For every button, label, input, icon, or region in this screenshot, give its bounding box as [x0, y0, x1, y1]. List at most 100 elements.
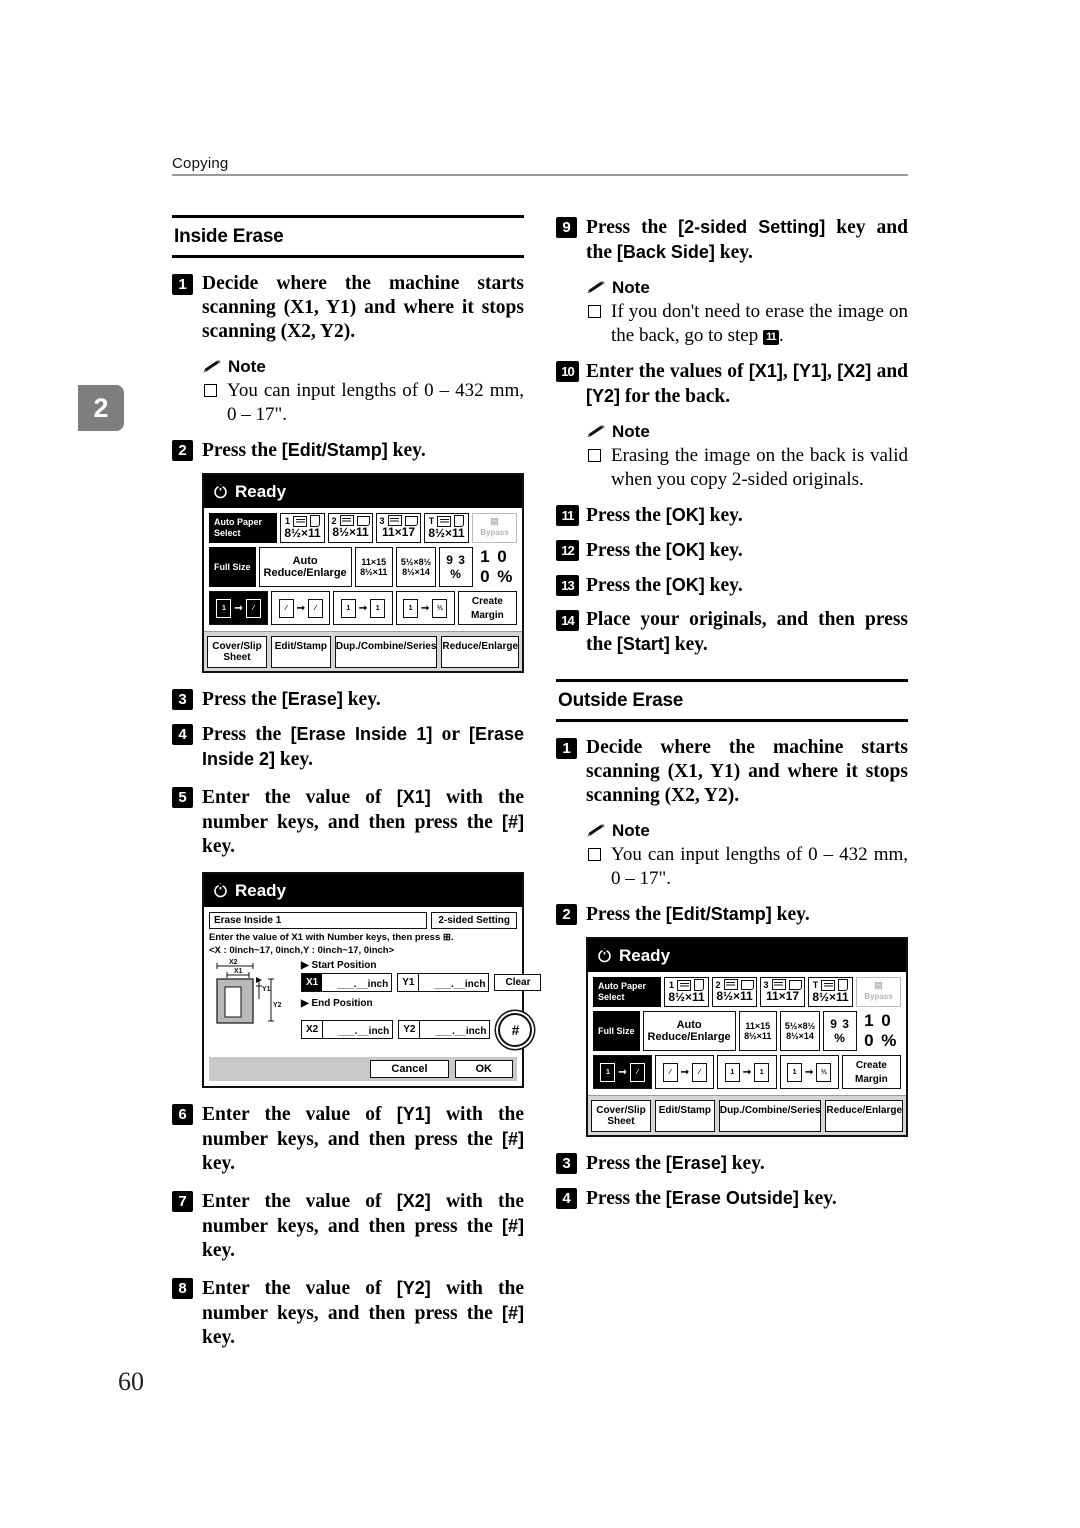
tab-edit-stamp[interactable]: Edit/Stamp: [270, 636, 331, 668]
y1-tag: Y1: [398, 974, 420, 991]
paper-tray-button-2[interactable]: 2 8½×11: [712, 977, 757, 1007]
note-title: Note: [586, 278, 908, 298]
auto-paper-select-button[interactable]: Auto Paper Select: [593, 977, 661, 1007]
paper-tray-button-3[interactable]: 3 11×17: [376, 513, 421, 543]
ok-label: OK: [475, 1063, 493, 1075]
arrow-right-icon: ➞: [421, 602, 430, 614]
paper-tray-button-3[interactable]: 3 11×17: [760, 977, 805, 1007]
tray-id: 3: [763, 979, 769, 990]
create-margin-button[interactable]: Create Margin: [841, 1055, 902, 1089]
full-size-button[interactable]: Full Size: [209, 547, 256, 587]
bypass-label: Bypass: [864, 992, 893, 1001]
bypass-tray-button[interactable]: ▤ Bypass: [472, 513, 517, 543]
dialog-instruction-line-1: Enter the value of X1 with Number keys, …: [209, 932, 454, 943]
x2-tag: X2: [302, 1020, 324, 1038]
hash-key-button[interactable]: #: [498, 1013, 533, 1047]
tab-dup-combine-series[interactable]: Dup./Combine/Series: [334, 636, 438, 668]
clear-button[interactable]: Clear: [494, 974, 542, 991]
preset-bottom: 8½×11: [744, 1031, 772, 1041]
tray-icon: [339, 515, 354, 526]
step-number: 8: [172, 1278, 193, 1299]
paper-tray-button-1[interactable]: 1 8½×11: [664, 977, 709, 1007]
step-13: 13 Press the [OK] key.: [556, 573, 908, 598]
duplex-row: 1 ➞ ⁄ ⁄ ➞ ⁄ 1 ➞ 1 1 ➞ ⅓ Create Margin: [593, 1055, 902, 1089]
duplex-2to2-button[interactable]: ⁄ ➞ ⁄: [655, 1055, 715, 1089]
tab-reduce-enlarge[interactable]: Reduce/Enlarge: [825, 1100, 904, 1132]
lcd-panel-erase-inside-dialog: Ready Erase Inside 1 2-sided Setting Ent…: [202, 872, 542, 1088]
preset-ratio-button-2[interactable]: 5½×8½ 8½×14: [395, 547, 437, 587]
outside-step-3: 3 Press the [Erase] key.: [556, 1151, 908, 1176]
preset-top: 5½×8½: [784, 1021, 816, 1031]
duplex-2to2-button[interactable]: ⁄ ➞ ⁄: [271, 591, 331, 625]
paper-tray-button-1[interactable]: 1 8½×11: [280, 513, 325, 543]
combine-button[interactable]: 1 ➞ ⅓: [779, 1055, 839, 1089]
x2-field[interactable]: X2 ___.__inch: [301, 1019, 394, 1039]
duplex-2to1-button[interactable]: 1 ➞ 1: [717, 1055, 777, 1089]
duplex-1to2-selected-button[interactable]: 1 ➞ ⁄: [593, 1055, 653, 1089]
tab-label: Cover/Slip Sheet: [596, 1105, 646, 1127]
running-head: Copying: [172, 155, 908, 176]
full-size-button[interactable]: Full Size: [593, 1011, 640, 1051]
duplex-2to1-button[interactable]: 1 ➞ 1: [333, 591, 393, 625]
ratio-preset-button[interactable]: 9 3 %: [439, 547, 474, 587]
tab-edit-stamp[interactable]: Edit/Stamp: [654, 1100, 715, 1132]
step-text: Press the [Erase Outside] key.: [586, 1188, 837, 1209]
preset-ratio-button-1[interactable]: 11×15 8½×11: [738, 1011, 777, 1051]
note-block-back-valid: Note Erasing the image on the back is va…: [586, 422, 908, 491]
create-margin-button[interactable]: Create Margin: [457, 591, 518, 625]
pencil-icon: [586, 823, 606, 839]
outside-step-4: 4 Press the [Erase Outside] key.: [556, 1186, 908, 1211]
paper-tray-button-2[interactable]: 2 8½×11: [328, 513, 373, 543]
page-icon: 1: [600, 1062, 616, 1082]
bypass-tray-button[interactable]: ▤ Bypass: [856, 977, 901, 1007]
lcd-body: Auto Paper Select 1 8½×11 2 8½×11 3 11×1…: [204, 508, 522, 631]
preset-ratio-button-2[interactable]: 5½×8½ 8½×14: [779, 1011, 821, 1051]
auto-reduce-enlarge-button[interactable]: Auto Reduce/Enlarge: [642, 1011, 736, 1051]
tray-icon: [677, 979, 691, 991]
y2-field[interactable]: Y2 ___.__inch: [398, 1019, 491, 1039]
tray-size: 8½×11: [332, 525, 369, 539]
end-position-row: X2 ___.__inch Y2 ___.__inch #: [301, 1011, 541, 1047]
hash-label: #: [511, 1022, 520, 1038]
step-text: Enter the value of [Y1] with the number …: [202, 1104, 524, 1174]
tab-cover-slip-sheet[interactable]: Cover/Slip Sheet: [207, 636, 267, 668]
svg-text:Y1: Y1: [262, 986, 271, 993]
tab-cover-slip-sheet[interactable]: Cover/Slip Sheet: [591, 1100, 651, 1132]
tray-id: 1: [284, 516, 290, 526]
cancel-button[interactable]: Cancel: [370, 1060, 449, 1078]
bypass-icon: ▤: [874, 980, 883, 990]
step-number: 2: [172, 440, 193, 461]
duplex-1to2-selected-button[interactable]: 1 ➞ ⁄: [209, 591, 269, 625]
ratio-preset-button[interactable]: 9 3 %: [823, 1011, 858, 1051]
step-2: 2 Press the [Edit/Stamp] key.: [172, 438, 524, 463]
page-number: 60: [118, 1367, 144, 1396]
auto-paper-select-button[interactable]: Auto Paper Select: [209, 513, 277, 543]
ok-button[interactable]: OK: [454, 1060, 513, 1078]
tab-dup-combine-series[interactable]: Dup./Combine/Series: [718, 1100, 822, 1132]
section-title: Outside Erase: [558, 690, 684, 711]
arrow-right-icon: ➞: [358, 602, 368, 614]
arrow-right-icon: ➞: [234, 602, 243, 614]
current-ratio-display: 1 0 0 %: [476, 547, 517, 587]
running-head-text: Copying: [172, 155, 229, 172]
paper-tray-button-T[interactable]: T 8½×11: [808, 977, 853, 1007]
preset-top: 11×15: [745, 1021, 771, 1031]
checkbox-square-icon: [204, 384, 217, 397]
auto-reduce-enlarge-button[interactable]: Auto Reduce/Enlarge: [258, 547, 352, 587]
x1-field[interactable]: X1 ___.__inch: [301, 973, 393, 992]
preset-ratio-button-1[interactable]: 11×15 8½×11: [354, 547, 393, 587]
two-sided-setting-button[interactable]: 2-sided Setting: [431, 912, 517, 929]
step-12: 12 Press the [OK] key.: [556, 538, 908, 563]
y1-field[interactable]: Y1 ___.__inch: [397, 973, 490, 992]
page-icon: ⁄: [662, 1062, 678, 1082]
step-text: Press the [2-sided Setting] key and the …: [586, 217, 908, 263]
ratio-preset-value: 9 3 %: [830, 1017, 850, 1045]
page-icon: ⁄: [278, 598, 294, 618]
tab-reduce-enlarge[interactable]: Reduce/Enlarge: [441, 636, 520, 668]
combine-button[interactable]: 1 ➞ ⅓: [395, 591, 455, 625]
right-column: 9 Press the [2-sided Setting] key and th…: [556, 215, 908, 1221]
svg-text:X1: X1: [234, 968, 243, 975]
note-title-text: Note: [612, 278, 650, 297]
tray-icon: [723, 979, 738, 990]
paper-tray-button-T[interactable]: T 8½×11: [424, 513, 469, 543]
